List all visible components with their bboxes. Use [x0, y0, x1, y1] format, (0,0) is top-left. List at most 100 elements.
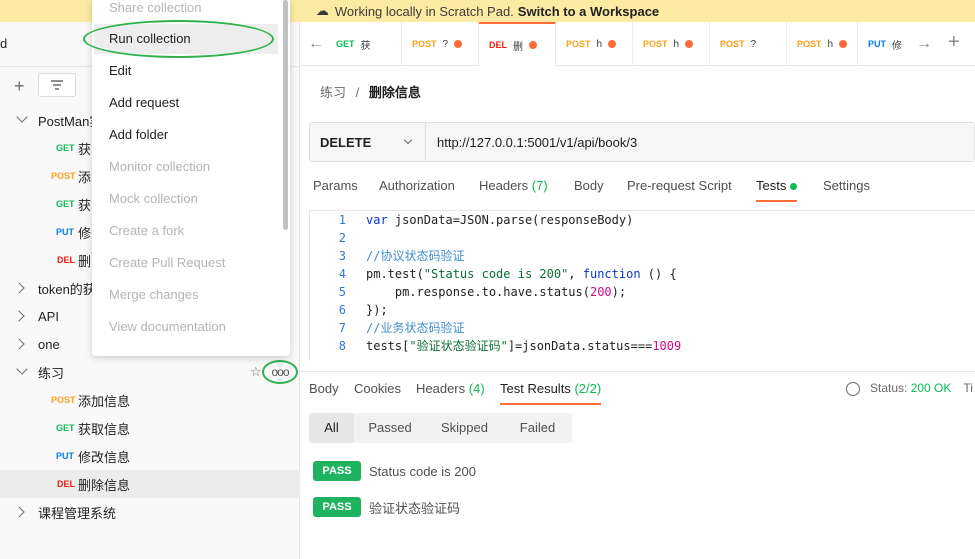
unsaved-dot-icon — [529, 41, 537, 49]
chevron-down-icon[interactable] — [16, 111, 28, 123]
menu-add-folder[interactable]: Add folder — [109, 125, 168, 145]
unsaved-dot-icon — [454, 40, 463, 48]
request-label: 获 — [78, 197, 92, 213]
highlight-ring — [83, 20, 274, 58]
request-label: 修 — [78, 225, 92, 241]
tab-name: 获 — [360, 40, 371, 52]
request-tab[interactable]: POST h — [787, 22, 858, 66]
request-tab[interactable]: POST h — [556, 22, 633, 66]
tab-settings[interactable]: Settings — [823, 176, 870, 202]
request-label: 添 — [78, 169, 92, 185]
code-line: 3 //协议状态码验证 — [310, 247, 975, 265]
more-dots-icon: ooo — [271, 365, 289, 379]
tab-headers[interactable]: Headers (7) — [479, 176, 548, 202]
request-tabs-bar: ← GET 获 POST? DEL 删 POST h POST h POST? POST… — [300, 22, 975, 66]
filter-passed[interactable]: Passed — [354, 413, 426, 443]
menu-edit[interactable]: Edit — [109, 61, 131, 81]
code-text: }); — [366, 303, 388, 317]
chevron-down-icon — [403, 135, 413, 145]
request-label: 获 — [78, 141, 92, 157]
request-tab[interactable]: PUT 修 — [858, 22, 908, 66]
url-input[interactable] — [426, 123, 974, 161]
resp-tab-body[interactable]: Body — [309, 380, 339, 405]
divider[interactable] — [300, 371, 975, 372]
tab-name: h — [673, 38, 680, 50]
test-name: 验证状态验证码 — [369, 500, 461, 516]
switch-workspace-link[interactable]: Switch to a Workspace — [518, 4, 659, 19]
star-icon[interactable]: ☆ — [250, 364, 262, 380]
request-item[interactable]: POST 添加信息 — [0, 386, 300, 414]
menu-merge-changes: Merge changes — [109, 287, 199, 302]
filter-button[interactable] — [38, 73, 76, 97]
time-label: Ti — [963, 381, 973, 395]
new-tab-plus-icon[interactable]: + — [948, 32, 960, 52]
filter-all[interactable]: All — [309, 413, 354, 443]
breadcrumb-parent[interactable]: 练习 — [320, 85, 346, 100]
request-tab[interactable]: POST? — [710, 22, 787, 66]
pass-badge: PASS — [313, 461, 361, 481]
request-item[interactable]: GET 获取信息 — [0, 414, 300, 442]
request-tab[interactable]: POST h — [633, 22, 710, 66]
chevron-down-icon[interactable] — [16, 363, 28, 375]
request-tab[interactable]: GET 获 — [326, 22, 402, 66]
request-label: 获取信息 — [78, 421, 131, 437]
method-badge: GET — [56, 423, 75, 433]
request-label: 删除信息 — [78, 477, 131, 493]
chevron-right-icon[interactable] — [13, 338, 25, 350]
collection-label: 练习 — [38, 365, 65, 381]
collection-lianxi[interactable]: 练习 ☆ — [0, 358, 300, 386]
tab-label: Headers — [416, 381, 466, 396]
test-result-row: PASS 验证状态验证码 — [313, 497, 460, 517]
method-badge: POST — [51, 171, 76, 181]
tab-params[interactable]: Params — [313, 176, 358, 202]
tab-authorization[interactable]: Authorization — [379, 176, 455, 202]
test-results-filter: All Passed Skipped Failed — [309, 413, 572, 443]
new-collection-plus-icon[interactable]: + — [14, 76, 25, 96]
method-badge: GET — [56, 143, 75, 153]
globe-icon[interactable] — [846, 381, 860, 396]
chevron-right-icon[interactable] — [13, 506, 25, 518]
tab-method: PUT — [868, 39, 886, 49]
request-tab[interactable]: POST? — [402, 22, 479, 66]
filter-failed[interactable]: Failed — [503, 413, 572, 443]
menu-view-documentation: View documentation — [109, 319, 226, 334]
tab-tests[interactable]: Tests — [756, 176, 798, 202]
line-number: 6 — [338, 303, 346, 317]
code-line: 6}); — [310, 301, 975, 319]
tab-name: 修 — [892, 40, 902, 52]
filter-icon — [51, 80, 63, 90]
arrow-right-icon[interactable]: → — [916, 34, 932, 54]
menu-scrollbar[interactable] — [283, 0, 288, 230]
collection-label: one — [38, 336, 60, 352]
status-value[interactable]: 200 OK — [911, 381, 952, 395]
code-line: 4 pm.test("Status code is 200", function … — [310, 265, 975, 283]
arrow-left-icon[interactable]: ← — [308, 34, 324, 54]
status-label: Status: — [870, 381, 908, 395]
tab-pre-request-script[interactable]: Pre-request Script — [627, 176, 732, 202]
chevron-right-icon[interactable] — [13, 282, 25, 294]
filter-skipped[interactable]: Skipped — [426, 413, 503, 443]
method-select[interactable]: DELETE — [310, 123, 426, 161]
request-label: 删 — [78, 253, 92, 269]
more-actions-button[interactable]: ooo — [262, 360, 298, 384]
breadcrumb-separator: / — [355, 85, 360, 100]
resp-tab-test-results[interactable]: Test Results (2/2) — [500, 380, 602, 405]
menu-mock-collection: Mock collection — [109, 191, 198, 206]
code-text: //协议状态码验证 — [366, 249, 465, 263]
chevron-right-icon[interactable] — [13, 310, 25, 322]
code-line: 2 — [310, 229, 975, 247]
request-label: 修改信息 — [78, 449, 131, 465]
tab-method: POST — [720, 39, 745, 49]
request-item[interactable]: PUT 修改信息 — [0, 442, 300, 470]
request-item-selected[interactable]: DEL 删除信息 — [0, 470, 300, 498]
collection-label: 课程管理系统 — [38, 505, 117, 521]
collection-course[interactable]: 课程管理系统 — [0, 498, 300, 526]
menu-add-request[interactable]: Add request — [109, 93, 179, 113]
tests-code-editor[interactable]: 1 var jsonData=JSON.parse(responseBody) 2… — [309, 210, 975, 360]
resp-tab-headers[interactable]: Headers (4) — [416, 380, 485, 405]
code-text: tests["验证状态验证码"]=jsonData.status===1009 — [366, 339, 682, 353]
tab-body[interactable]: Body — [574, 176, 604, 202]
resp-tab-cookies[interactable]: Cookies — [354, 380, 401, 405]
request-tab-active[interactable]: DEL 删 — [479, 22, 556, 66]
code-line: 5 pm.response.to.have.status(200); — [310, 283, 975, 301]
